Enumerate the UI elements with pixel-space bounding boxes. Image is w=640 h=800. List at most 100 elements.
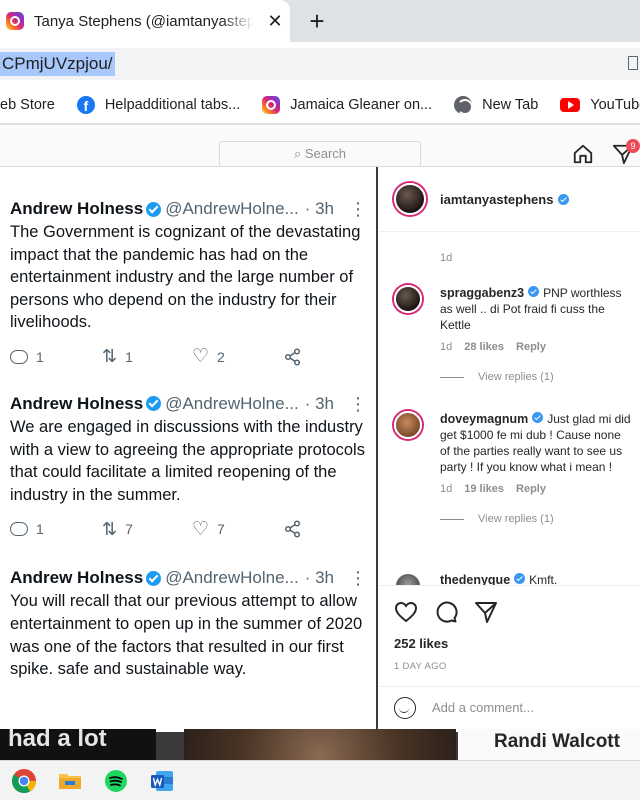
post-actions: 252 likes 1 DAY AGO Add a comment... — [378, 585, 640, 727]
instagram-icon — [262, 95, 281, 114]
tweet-header: Andrew Holness @AndrewHolne... · 3h — [10, 392, 376, 416]
bookmark-youtube[interactable]: YouTube — [560, 97, 640, 113]
tweet-text: We are engaged in discussions with the i… — [10, 417, 365, 504]
verified-badge-icon — [528, 286, 540, 297]
heart-icon: ♡ — [192, 346, 210, 368]
bookmark-new-tab[interactable]: New Tab — [454, 95, 539, 115]
add-comment-field[interactable]: Add a comment... — [378, 686, 640, 728]
home-icon[interactable] — [572, 143, 594, 165]
word-icon[interactable] — [148, 767, 176, 795]
reply-button[interactable]: Reply — [516, 483, 546, 495]
tweet-author-name: Andrew Holness — [10, 199, 144, 218]
tweet-author-handle: @AndrewHolne... — [165, 199, 299, 218]
url-text[interactable]: CPmjUVzpjou/ — [0, 52, 115, 76]
address-bar[interactable]: CPmjUVzpjou/ — [0, 48, 640, 80]
comment-meta: 1d 28 likes Reply — [440, 341, 634, 353]
verified-badge-icon — [146, 570, 162, 586]
youtube-icon — [560, 97, 581, 112]
bookmark-label: YouTube — [590, 96, 640, 113]
tweet-time: · 3h — [304, 393, 334, 413]
verified-badge-icon — [514, 573, 526, 584]
search-input[interactable]: ⌕ Search — [219, 141, 421, 167]
tweet-author-name: Andrew Holness — [10, 393, 144, 413]
bookmark-facebook[interactable]: f Helpadditional tabs... — [76, 95, 241, 114]
background-feed: had a lot Randi Walcott — [0, 729, 640, 760]
tweet-author-handle: @AndrewHolne... — [165, 568, 299, 588]
share-icon — [284, 520, 301, 538]
comment-username[interactable]: doveymagnum — [440, 412, 528, 426]
tweet-actions: 1 ⇅ 7 ♡ 7 — [10, 514, 376, 544]
avatar[interactable] — [394, 183, 426, 215]
post-date: 1 DAY AGO — [394, 661, 447, 672]
bookmark-jamaica-gleaner[interactable]: Jamaica Gleaner on... — [262, 95, 433, 114]
retweet-count: ⇅ 1 — [102, 346, 133, 367]
tweet-actions: 1 ⇅ 1 ♡ 2 — [10, 342, 376, 372]
tweet-author-name: Andrew Holness — [10, 568, 144, 588]
comment-likes[interactable]: 19 likes — [464, 483, 504, 495]
tweet-text: The Government is cognizant of the devas… — [10, 223, 361, 332]
search-placeholder: Search — [304, 146, 347, 161]
tweet-header: Andrew Holness @AndrewHolne... · 3h — [10, 197, 376, 221]
tab-close-icon[interactable]: ✕ — [266, 11, 284, 32]
comment-username[interactable]: spraggabenz3 — [440, 286, 524, 300]
reply-icon — [10, 349, 28, 364]
comment-likes[interactable]: 28 likes — [464, 341, 504, 353]
page-icon[interactable] — [628, 56, 638, 70]
tweet-time: · 3h — [304, 568, 334, 588]
comment-meta: 1d 19 likes Reply — [440, 483, 634, 495]
avatar[interactable] — [394, 411, 422, 439]
tweet-thread-image: Andrew Holness @AndrewHolne... · 3h ⋮ Th… — [0, 167, 376, 732]
browser-tab[interactable]: Tanya Stephens (@iamtanyasteph ✕ — [0, 0, 290, 42]
verified-badge-icon — [532, 412, 544, 423]
notification-badge[interactable]: 9 — [626, 139, 640, 153]
emoji-icon[interactable] — [394, 696, 416, 719]
more-options-icon: ⋮ — [349, 393, 367, 414]
reply-count: 1 — [10, 521, 102, 537]
tweet: Andrew Holness @AndrewHolne... · 3h ⋮ Yo… — [0, 566, 376, 680]
avatar[interactable] — [394, 285, 422, 313]
heart-icon[interactable] — [394, 600, 418, 624]
bookmark-label: Helpadditional tabs... — [104, 96, 241, 113]
view-replies-button[interactable]: View replies (1) — [440, 513, 634, 525]
comment-placeholder[interactable]: Add a comment... — [432, 700, 534, 715]
heart-icon: ♡ — [192, 518, 210, 540]
feed-image: had a lot — [0, 729, 156, 760]
spotify-icon[interactable] — [102, 767, 130, 795]
retweet-count: ⇅ 7 — [102, 518, 133, 539]
share-icon — [284, 348, 301, 366]
comment-time: 1d — [440, 341, 453, 353]
retweet-icon: ⇅ — [102, 346, 118, 367]
action-row — [394, 600, 498, 624]
page-content: ⌕ Search 9 Andrew Holness @AndrewHolne..… — [0, 125, 640, 760]
new-tab-button[interactable]: + — [304, 6, 330, 36]
feed-caption: Randi Walcott — [494, 731, 620, 752]
bookmark-label: New Tab — [482, 96, 539, 113]
bookmark-label: Jamaica Gleaner on... — [290, 96, 433, 113]
facebook-icon: f — [76, 95, 95, 114]
feed-caption: had a lot — [8, 729, 107, 752]
post-owner[interactable]: iamtanyastephens — [440, 192, 570, 207]
file-explorer-icon[interactable] — [56, 767, 84, 795]
tweet: Andrew Holness @AndrewHolne... · 3h ⋮ Th… — [0, 197, 376, 372]
browser-toolbar: CPmjUVzpjou/ — [0, 42, 640, 86]
view-replies-button[interactable]: View replies (1) — [440, 371, 634, 383]
like-count: ♡ 2 — [192, 346, 225, 368]
bookmark-web-store[interactable]: eb Store — [0, 97, 55, 113]
reply-button[interactable]: Reply — [516, 341, 546, 353]
taskbar — [0, 760, 640, 800]
comment-body: doveymagnum Just glad mi did get $1000 fe… — [440, 411, 634, 475]
comment-body: spraggabenz3 PNP worthless as well .. di … — [440, 285, 634, 333]
share-icon[interactable] — [474, 600, 498, 624]
verified-badge-icon — [146, 396, 162, 412]
verified-badge-icon — [146, 201, 162, 217]
retweet-icon: ⇅ — [102, 518, 118, 539]
like-count[interactable]: 252 likes — [394, 636, 448, 651]
reply-icon — [10, 522, 28, 537]
tweet: Andrew Holness @AndrewHolne... · 3h ⋮ We… — [0, 392, 376, 544]
owner-username[interactable]: iamtanyastephens — [440, 192, 553, 207]
tweet-author-handle: @AndrewHolne... — [165, 393, 299, 413]
bookmark-label: eb Store — [0, 96, 55, 113]
chrome-icon[interactable] — [10, 767, 38, 795]
post-header: iamtanyastephens — [378, 167, 640, 232]
comment-icon[interactable] — [434, 600, 458, 624]
